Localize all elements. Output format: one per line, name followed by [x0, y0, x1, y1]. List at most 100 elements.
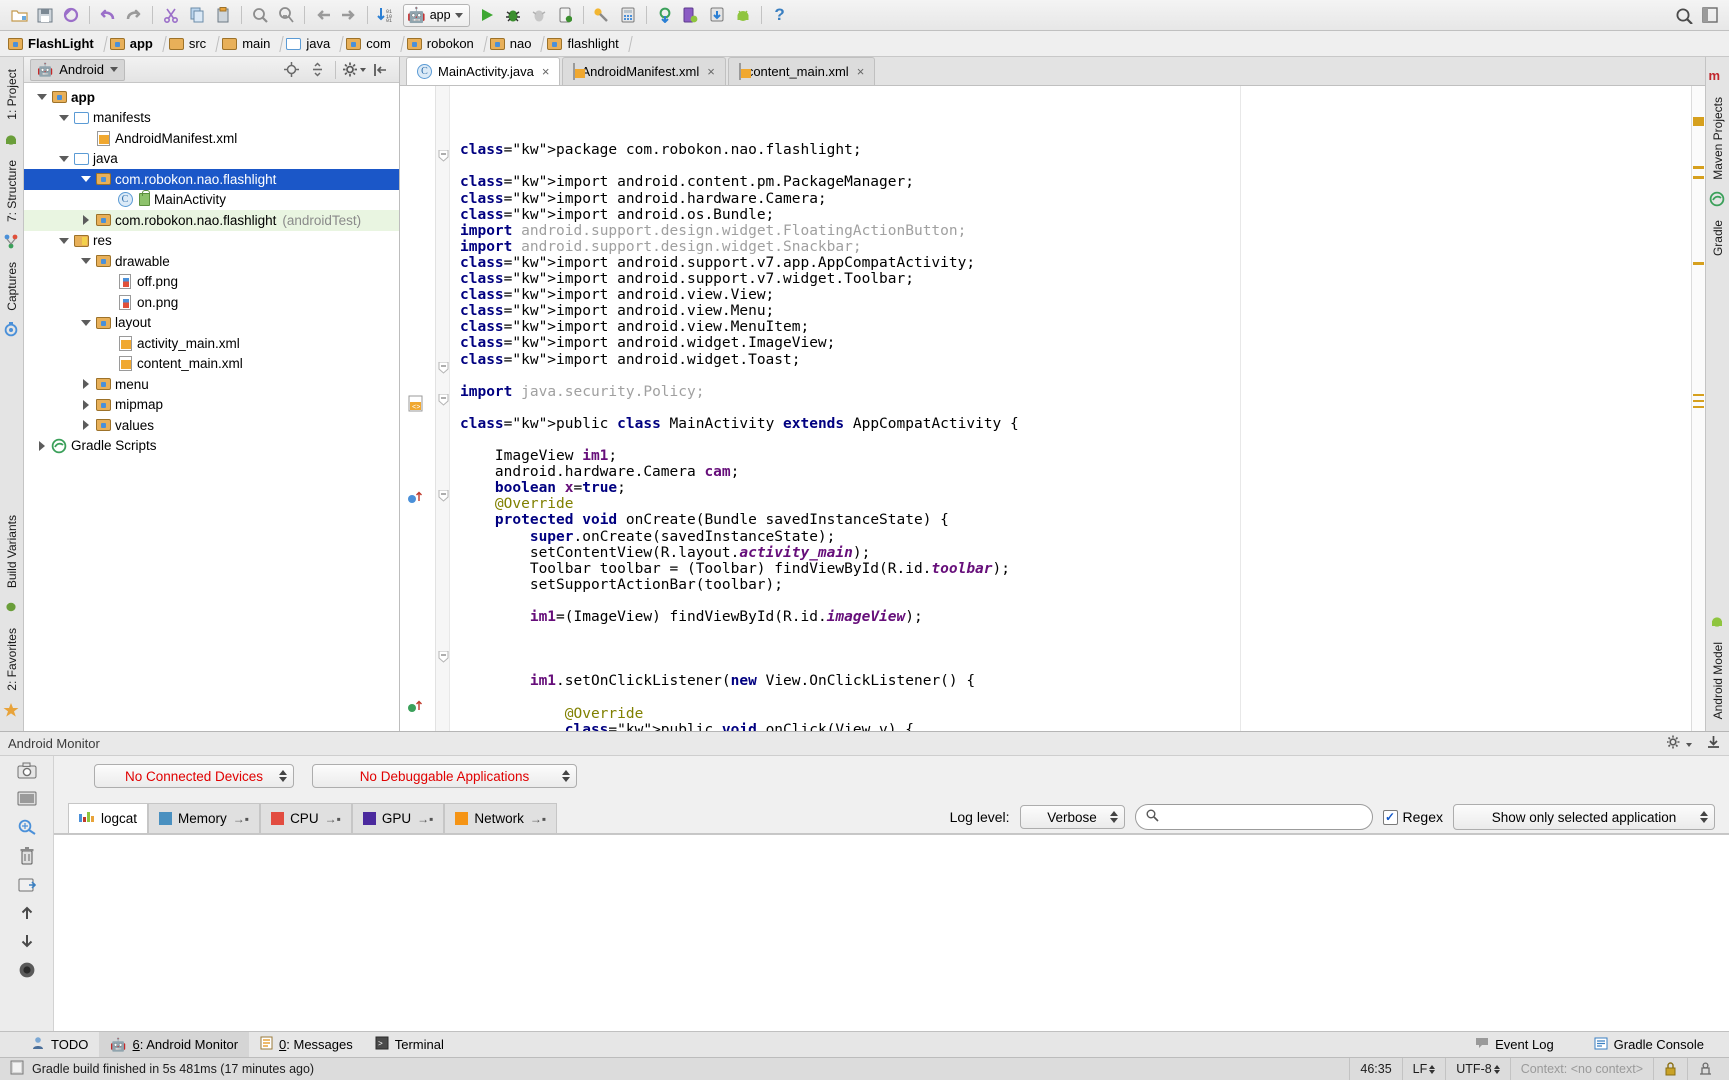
- tree-node-gradle-scripts[interactable]: Gradle Scripts: [24, 436, 399, 457]
- tree-node-layout[interactable]: layout: [24, 313, 399, 334]
- regex-checkbox[interactable]: ✓ Regex: [1382, 809, 1443, 825]
- tree-node-menu[interactable]: menu: [24, 374, 399, 395]
- xml-file-icon[interactable]: <>: [408, 395, 425, 412]
- bottom-tab-android-monitor[interactable]: 🤖 6: Android Monitor: [99, 1031, 250, 1058]
- device-monitor-icon[interactable]: [678, 3, 704, 27]
- android-view-icon[interactable]: [3, 131, 21, 149]
- breadcrumb-item-app[interactable]: app: [109, 35, 169, 52]
- bottom-tab-messages[interactable]: 0: Messages: [249, 1032, 364, 1058]
- chevron-down-icon[interactable]: [56, 114, 72, 121]
- tree-node-java[interactable]: java: [24, 149, 399, 170]
- breadcrumb-item-robokon[interactable]: robokon: [406, 35, 490, 52]
- project-tree[interactable]: app manifests AndroidManifest.xml java com.r…: [24, 83, 399, 731]
- scroll-down-icon[interactable]: [19, 933, 35, 952]
- build-status-icon[interactable]: [10, 1060, 24, 1078]
- chevron-right-icon[interactable]: [78, 420, 94, 431]
- line-separator-selector[interactable]: LF: [1401, 1057, 1446, 1080]
- sidebar-item-captures[interactable]: Captures: [5, 256, 19, 317]
- chevron-down-icon[interactable]: [34, 94, 50, 101]
- undo-icon[interactable]: [95, 3, 121, 27]
- breadcrumb-item-nao[interactable]: nao: [489, 35, 548, 52]
- tab-network[interactable]: Network →▪: [444, 803, 558, 833]
- search-everywhere-icon[interactable]: [1671, 3, 1697, 27]
- run-button[interactable]: [474, 3, 500, 27]
- sidebar-item-gradle[interactable]: Gradle: [1711, 214, 1725, 262]
- screenshot-icon[interactable]: [17, 762, 37, 782]
- avd-manager-icon[interactable]: [615, 3, 641, 27]
- fold-region-icon[interactable]: [438, 149, 449, 165]
- chevron-right-icon[interactable]: [78, 215, 94, 226]
- compile-icon[interactable]: 01 10 01: [373, 3, 399, 27]
- close-icon[interactable]: ×: [707, 64, 715, 79]
- detach-icon[interactable]: →▪: [530, 812, 546, 826]
- detach-icon[interactable]: →▪: [325, 812, 341, 826]
- override-method-icon[interactable]: [407, 490, 423, 509]
- chevron-right-icon[interactable]: [78, 399, 94, 410]
- chevron-down-icon[interactable]: [56, 237, 72, 244]
- tree-node-mainactivity[interactable]: C MainActivity: [24, 190, 399, 211]
- replace-icon[interactable]: [273, 3, 299, 27]
- hide-pane-icon[interactable]: [367, 58, 393, 82]
- tree-node-activity-main-xml[interactable]: activity_main.xml: [24, 333, 399, 354]
- save-all-icon[interactable]: [32, 3, 58, 27]
- locate-icon[interactable]: [278, 58, 304, 82]
- layout-inspector-icon[interactable]: [17, 818, 37, 838]
- debug-button[interactable]: [500, 3, 526, 27]
- breadcrumb-item-src[interactable]: src: [168, 35, 222, 52]
- editor-gutter[interactable]: <>: [400, 86, 436, 731]
- scroll-up-icon[interactable]: [19, 905, 35, 924]
- detach-icon[interactable]: →▪: [233, 812, 249, 826]
- record-icon[interactable]: [18, 961, 36, 982]
- build-variants-icon[interactable]: [3, 599, 21, 617]
- marker-warning[interactable]: [1693, 394, 1704, 396]
- chevron-down-icon[interactable]: [78, 258, 94, 265]
- android-icon[interactable]: [730, 3, 756, 27]
- device-debug-icon[interactable]: [552, 3, 578, 27]
- settings-gear-icon[interactable]: [1666, 735, 1692, 752]
- sync-icon[interactable]: [58, 3, 84, 27]
- logcat-search-field[interactable]: [1164, 809, 1362, 825]
- editor-tab-content-main-xml[interactable]: content_main.xml ×: [727, 57, 876, 85]
- sidebar-item-maven-projects[interactable]: Maven Projects: [1711, 91, 1725, 186]
- forward-icon[interactable]: [336, 3, 362, 27]
- tab-gpu[interactable]: GPU →▪: [351, 803, 445, 833]
- sdk-update-icon[interactable]: [704, 3, 730, 27]
- implemented-method-icon[interactable]: [407, 699, 423, 718]
- lock-icon[interactable]: [1653, 1057, 1687, 1080]
- trash-icon[interactable]: [19, 847, 35, 868]
- tree-node-androidmanifest-xml[interactable]: AndroidManifest.xml: [24, 128, 399, 149]
- tab-memory[interactable]: Memory →▪: [148, 803, 261, 833]
- find-icon[interactable]: [247, 3, 273, 27]
- marker-warning[interactable]: [1693, 166, 1704, 169]
- device-selector[interactable]: No Connected Devices: [94, 764, 294, 788]
- marker-warning[interactable]: [1693, 176, 1704, 179]
- help-icon[interactable]: ?: [767, 3, 793, 27]
- tree-node-com-robokon-nao-flashlight[interactable]: com.robokon.nao.flashlight (androidTest): [24, 210, 399, 231]
- sync-gradle-icon[interactable]: [652, 3, 678, 27]
- encoding-selector[interactable]: UTF-8: [1445, 1057, 1509, 1080]
- maven-icon[interactable]: m: [1709, 68, 1727, 86]
- sidebar-item-build-variants[interactable]: Build Variants: [5, 509, 19, 594]
- copy-icon[interactable]: [184, 3, 210, 27]
- star-icon[interactable]: [3, 702, 21, 720]
- collapse-all-icon[interactable]: [304, 58, 330, 82]
- code-text[interactable]: class="kw">package com.robokon.nao.flash…: [450, 86, 1691, 731]
- debug-dim-icon[interactable]: [526, 3, 552, 27]
- chevron-down-icon[interactable]: [78, 319, 94, 326]
- screen-record-icon[interactable]: [17, 791, 37, 809]
- sidebar-item-project[interactable]: 1: Project: [5, 63, 19, 126]
- fold-region-icon[interactable]: [438, 361, 449, 377]
- fold-region-icon[interactable]: [438, 650, 449, 666]
- tree-node-content-main-xml[interactable]: content_main.xml: [24, 354, 399, 375]
- inspection-icon[interactable]: [1687, 1057, 1723, 1080]
- back-icon[interactable]: [310, 3, 336, 27]
- tab-logcat[interactable]: logcat: [68, 803, 149, 833]
- close-icon[interactable]: ×: [542, 64, 550, 79]
- logcat-output-area[interactable]: [54, 834, 1729, 1031]
- editor-fold-strip[interactable]: [436, 86, 450, 731]
- marker-warning[interactable]: [1693, 117, 1704, 126]
- bottom-tab-terminal[interactable]: > Terminal: [364, 1032, 455, 1058]
- log-level-selector[interactable]: Verbose: [1019, 805, 1125, 829]
- tree-node-off-png[interactable]: off.png: [24, 272, 399, 293]
- captures-icon[interactable]: [3, 321, 21, 339]
